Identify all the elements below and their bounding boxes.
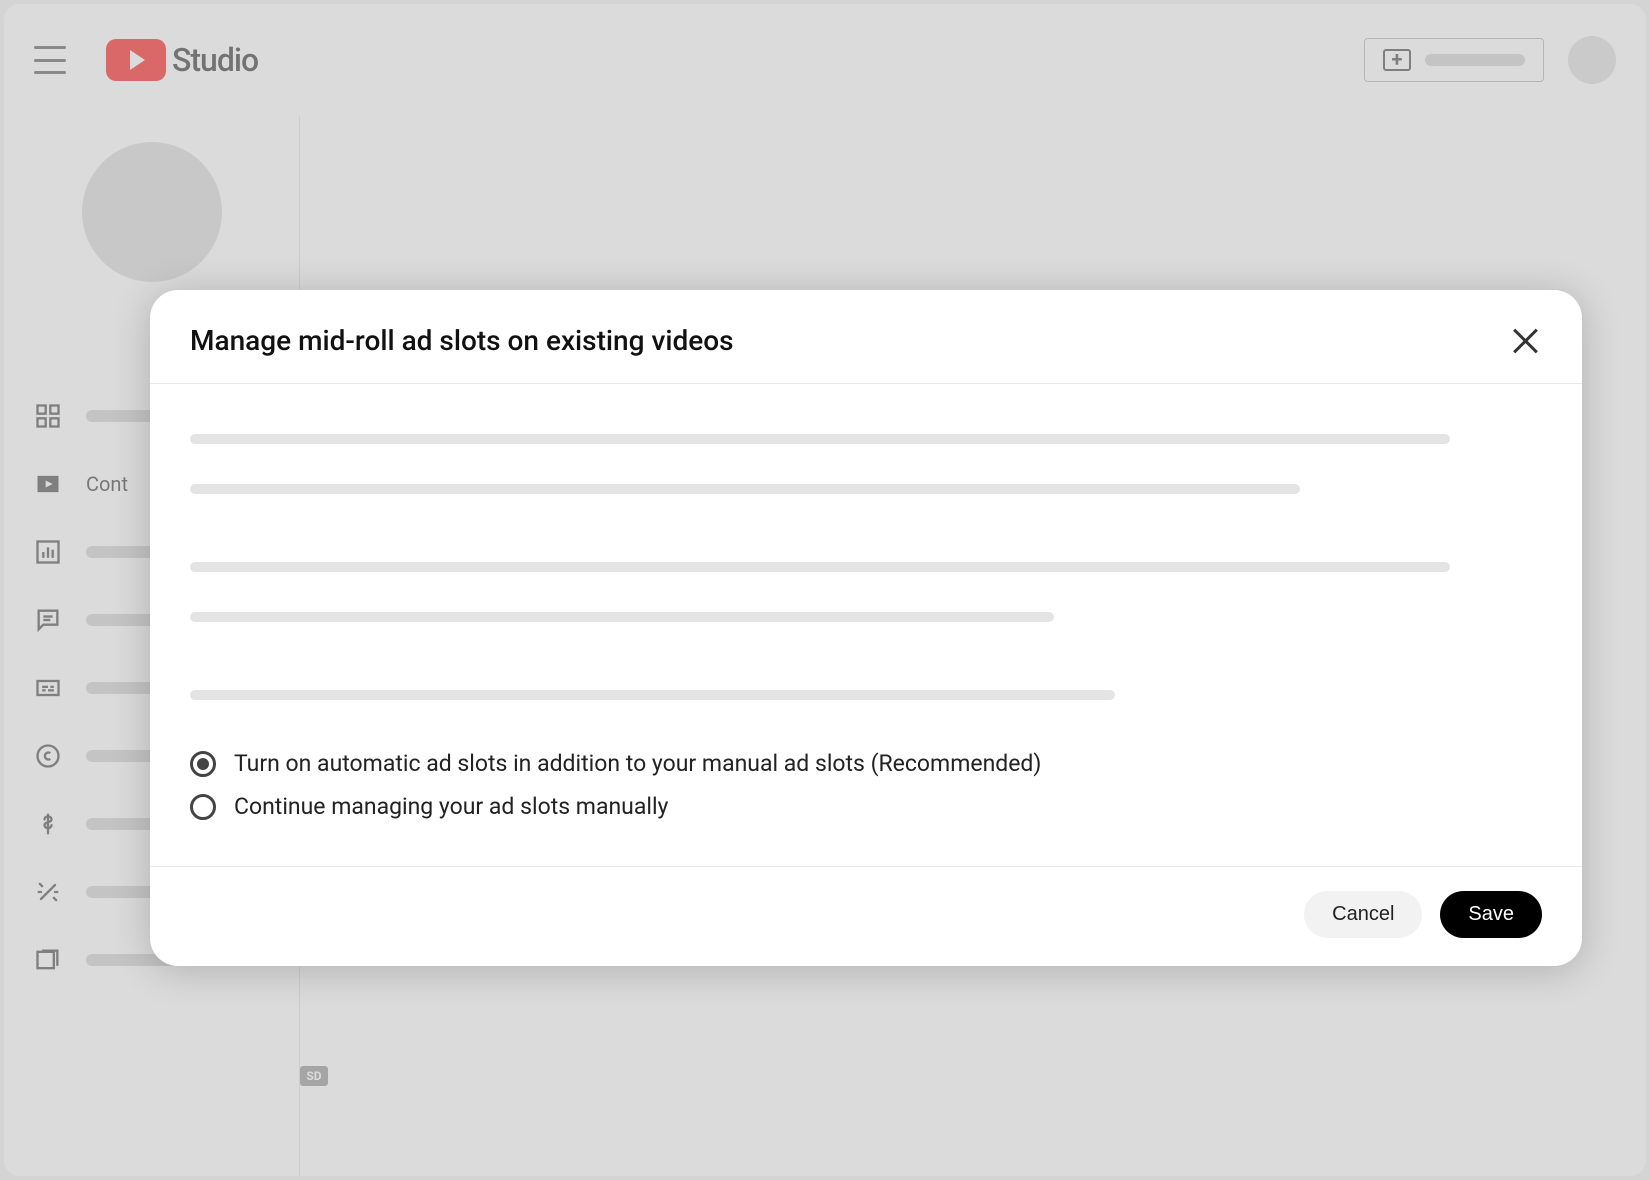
content-icon xyxy=(34,470,62,498)
create-plus-icon xyxy=(1383,49,1411,71)
modal-footer: Cancel Save xyxy=(150,866,1582,966)
placeholder-line xyxy=(190,690,1115,700)
channel-avatar[interactable] xyxy=(82,142,222,282)
modal-body: Turn on automatic ad slots in addition t… xyxy=(150,384,1582,866)
dashboard-icon xyxy=(34,402,62,430)
modal-header: Manage mid-roll ad slots on existing vid… xyxy=(150,290,1582,384)
placeholder-line xyxy=(190,434,1450,444)
radio-label: Turn on automatic ad slots in addition t… xyxy=(234,750,1041,777)
app-header: Studio xyxy=(4,4,1646,116)
create-label-placeholder xyxy=(1425,54,1525,66)
copyright-icon xyxy=(34,742,62,770)
logo-text: Studio xyxy=(172,41,258,79)
radio-selected-icon xyxy=(190,751,216,777)
magic-icon xyxy=(34,878,62,906)
placeholder-line xyxy=(190,562,1450,572)
midroll-ad-modal: Manage mid-roll ad slots on existing vid… xyxy=(150,290,1582,966)
close-icon[interactable] xyxy=(1510,325,1542,357)
subtitles-icon xyxy=(34,674,62,702)
analytics-icon xyxy=(34,538,62,566)
sd-badge: SD xyxy=(300,1066,328,1086)
placeholder-line xyxy=(190,484,1300,494)
create-button[interactable] xyxy=(1364,38,1544,82)
account-avatar[interactable] xyxy=(1568,36,1616,84)
radio-unselected-icon xyxy=(190,794,216,820)
audio-library-icon xyxy=(34,946,62,974)
radio-option-manual[interactable]: Continue managing your ad slots manually xyxy=(190,793,1542,820)
comments-icon xyxy=(34,606,62,634)
menu-icon[interactable] xyxy=(34,46,66,74)
sidebar-item-label: Cont xyxy=(86,472,128,496)
studio-logo[interactable]: Studio xyxy=(106,39,258,81)
save-button[interactable]: Save xyxy=(1440,891,1542,938)
dollar-icon xyxy=(34,810,62,838)
radio-group: Turn on automatic ad slots in addition t… xyxy=(190,750,1542,820)
youtube-play-icon xyxy=(106,39,166,81)
placeholder-line xyxy=(190,612,1054,622)
radio-option-automatic[interactable]: Turn on automatic ad slots in addition t… xyxy=(190,750,1542,777)
radio-label: Continue managing your ad slots manually xyxy=(234,793,668,820)
modal-title: Manage mid-roll ad slots on existing vid… xyxy=(190,324,1510,357)
cancel-button[interactable]: Cancel xyxy=(1304,891,1422,938)
